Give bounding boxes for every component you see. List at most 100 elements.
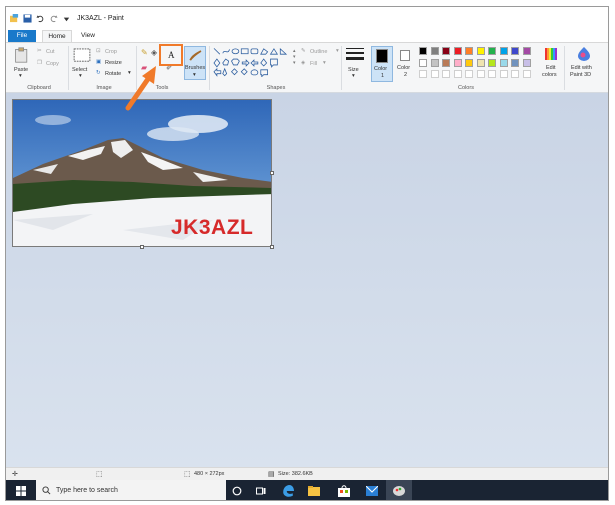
tab-view[interactable]: View bbox=[74, 30, 102, 42]
custom-color-slot[interactable] bbox=[453, 70, 462, 78]
ribbon-tabs: File Home View bbox=[6, 29, 608, 43]
brushes-dropdown-icon: ▾ bbox=[193, 72, 196, 78]
palette-swatch[interactable] bbox=[499, 58, 508, 67]
brushes-label: Brushes bbox=[185, 65, 206, 71]
palette-swatch[interactable] bbox=[511, 58, 519, 67]
undo-icon[interactable] bbox=[36, 14, 45, 23]
select-icon bbox=[73, 48, 91, 62]
tab-home[interactable]: Home bbox=[42, 30, 72, 42]
cortana-icon[interactable] bbox=[232, 486, 242, 496]
line-size-icon bbox=[346, 48, 364, 60]
palette-swatch[interactable] bbox=[419, 58, 427, 67]
canvas-workspace[interactable]: JK3AZL bbox=[6, 93, 608, 467]
window-title: JK3AZL - Paint bbox=[77, 14, 124, 22]
custom-color-slot[interactable] bbox=[488, 70, 496, 78]
palette-swatch[interactable] bbox=[430, 47, 439, 55]
image-dimensions: 480 × 272px bbox=[194, 471, 225, 477]
save-icon[interactable] bbox=[23, 13, 32, 23]
shapes-scroll-icon[interactable]: ▴ ▾ ▾ bbox=[293, 48, 296, 66]
pencil-icon[interactable]: ✎ bbox=[141, 48, 148, 57]
custom-color-slot[interactable] bbox=[522, 70, 531, 78]
resize-icon: ▣ bbox=[96, 59, 102, 65]
canvas-resize-handle[interactable] bbox=[270, 245, 274, 249]
task-view-icon[interactable] bbox=[256, 486, 266, 496]
custom-color-slot[interactable] bbox=[499, 70, 508, 78]
tab-file[interactable]: File bbox=[8, 30, 36, 42]
taskbar-search-box[interactable]: Type here to search bbox=[36, 480, 226, 500]
paste-button[interactable]: Paste ▾ bbox=[12, 46, 32, 82]
windows-start-icon[interactable] bbox=[16, 486, 26, 496]
crop-button[interactable]: ⊡ Crop bbox=[96, 48, 126, 57]
outline-button[interactable]: ✎ Outline ▾ bbox=[301, 48, 341, 57]
file-size: Size: 382.6KB bbox=[278, 471, 313, 477]
file-size-icon: ▤ bbox=[268, 471, 275, 478]
palette-swatch[interactable] bbox=[442, 58, 450, 67]
fill-label: Fill bbox=[310, 61, 318, 67]
image-size-icon: ⬚ bbox=[184, 471, 191, 478]
color2-sub: 2 bbox=[404, 72, 408, 78]
palette-swatch[interactable] bbox=[476, 58, 485, 67]
palette-swatch[interactable] bbox=[488, 47, 496, 55]
palette-swatch[interactable] bbox=[465, 58, 473, 67]
paint-app-icon bbox=[393, 486, 405, 496]
brushes-button[interactable]: Brushes ▾ bbox=[184, 46, 206, 80]
customize-quick-access-icon[interactable] bbox=[62, 14, 71, 23]
redo-icon[interactable] bbox=[49, 14, 58, 23]
fill-icon[interactable]: ◈ bbox=[151, 48, 157, 57]
clipboard-icon bbox=[15, 47, 28, 63]
copy-label: Copy bbox=[46, 61, 59, 67]
edge-icon[interactable] bbox=[282, 485, 294, 497]
shapes-group-label: Shapes bbox=[266, 85, 286, 91]
cut-button[interactable]: ✂ Cut bbox=[37, 48, 65, 57]
custom-color-slot[interactable] bbox=[419, 70, 427, 78]
edit-colors-label: Edit bbox=[546, 65, 556, 71]
fill-button[interactable]: ◈ Fill ▾ bbox=[301, 60, 333, 69]
paint-taskbar-button[interactable] bbox=[386, 480, 412, 500]
palette-swatch[interactable] bbox=[465, 47, 473, 55]
custom-color-slot[interactable] bbox=[476, 70, 485, 78]
canvas-overlay-text: JK3AZL bbox=[171, 216, 254, 239]
palette-swatch[interactable] bbox=[522, 47, 531, 55]
palette-swatch[interactable] bbox=[419, 47, 427, 55]
size-button[interactable]: Size ▾ bbox=[345, 46, 365, 82]
palette-swatch[interactable] bbox=[499, 47, 508, 55]
select-button[interactable]: Select ▾ bbox=[72, 46, 94, 82]
color2-button[interactable]: Color 2 bbox=[395, 46, 417, 82]
paint-app-icon bbox=[10, 13, 19, 22]
custom-color-slot[interactable] bbox=[465, 70, 473, 78]
custom-color-slot[interactable] bbox=[430, 70, 439, 78]
color1-sub: 1 bbox=[381, 73, 385, 79]
canvas-resize-handle[interactable] bbox=[140, 245, 144, 249]
palette-swatch[interactable] bbox=[430, 58, 439, 67]
title-bar: JK3AZL - Paint bbox=[6, 7, 608, 29]
custom-color-slot[interactable] bbox=[442, 70, 450, 78]
status-bar: ✛ ⬚ ⬚ 480 × 272px ▤ Size: 382.6KB bbox=[6, 467, 608, 480]
rotate-label: Rotate bbox=[105, 71, 122, 77]
canvas-resize-handle[interactable] bbox=[270, 171, 274, 175]
clipboard-group-label: Clipboard bbox=[27, 85, 51, 91]
palette-swatch[interactable] bbox=[442, 47, 450, 55]
color1-swatch bbox=[376, 49, 388, 63]
palette-swatch[interactable] bbox=[453, 47, 462, 55]
colors-group-label: Colors bbox=[458, 85, 474, 91]
shapes-gallery[interactable] bbox=[213, 47, 291, 77]
store-icon[interactable] bbox=[338, 485, 350, 497]
rotate-icon: ↻ bbox=[96, 70, 101, 76]
copy-button[interactable]: ❐ Copy bbox=[37, 60, 65, 69]
selection-size-icon: ⬚ bbox=[96, 471, 103, 478]
palette-swatch[interactable] bbox=[522, 58, 531, 67]
color1-button[interactable]: Color 1 bbox=[371, 46, 393, 82]
palette-swatch[interactable] bbox=[511, 47, 519, 55]
file-explorer-icon[interactable] bbox=[308, 486, 320, 496]
custom-color-slot[interactable] bbox=[511, 70, 519, 78]
palette-swatch[interactable] bbox=[488, 58, 496, 67]
mail-icon[interactable] bbox=[366, 486, 378, 496]
palette-swatch[interactable] bbox=[476, 47, 485, 55]
crop-icon: ⊡ bbox=[96, 48, 101, 54]
color-palette bbox=[419, 47, 539, 83]
canvas-image[interactable]: JK3AZL bbox=[12, 99, 272, 247]
edit-colors-button[interactable]: Edit colors bbox=[539, 46, 563, 82]
outline-icon: ✎ bbox=[301, 48, 306, 54]
edit-with-paint3d-button[interactable]: Edit with Paint 3D bbox=[566, 46, 602, 82]
palette-swatch[interactable] bbox=[453, 58, 462, 67]
